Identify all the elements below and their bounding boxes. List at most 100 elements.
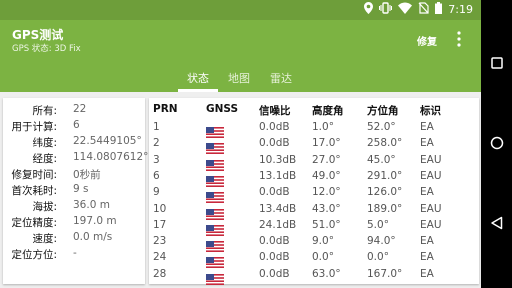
flags-cell: EA bbox=[420, 235, 434, 248]
snr-cell: 10.3dB bbox=[259, 153, 297, 166]
elevation-cell: 63.0° bbox=[312, 267, 341, 280]
more-vert-icon[interactable] bbox=[454, 30, 464, 48]
us-flag-icon bbox=[206, 139, 224, 155]
status-row: 定位精度: 197.0 m bbox=[3, 215, 145, 229]
elevation-cell: 51.0° bbox=[312, 218, 341, 231]
prn-cell: 3 bbox=[153, 153, 160, 166]
status-value: 22.5449105° bbox=[73, 135, 142, 147]
status-row: 速度: 0.0 m/s bbox=[3, 231, 145, 245]
snr-cell: 0.0dB bbox=[259, 121, 290, 133]
table-row: 9 0.0dB 12.0° 126.0° EA bbox=[149, 185, 479, 204]
snr-cell: 0.0dB bbox=[259, 186, 290, 199]
snr-cell: 0.0dB bbox=[259, 137, 290, 150]
elevation-cell: 27.0° bbox=[312, 153, 341, 166]
wifi-icon bbox=[398, 2, 413, 17]
status-value: 0秒前 bbox=[73, 169, 101, 181]
col-header-azimuth: 方位角 bbox=[367, 105, 399, 117]
battery-icon bbox=[435, 2, 443, 17]
table-row: 1 0.0dB 1.0° 52.0° EA bbox=[149, 120, 479, 138]
col-header-flags: 标识 bbox=[420, 105, 441, 117]
status-value: - bbox=[73, 247, 77, 259]
tab-status[interactable]: 状态 bbox=[187, 70, 209, 86]
elevation-cell: 1.0° bbox=[312, 121, 334, 133]
gps-status-subtitle: GPS 状态: 3D Fix bbox=[12, 44, 81, 54]
us-flag-icon bbox=[206, 156, 224, 171]
clock: 7:19 bbox=[448, 3, 473, 16]
elevation-cell: 9.0° bbox=[312, 235, 334, 248]
snr-cell: 0.0dB bbox=[259, 267, 290, 280]
col-header-gnss: GNSS bbox=[206, 103, 239, 115]
elevation-cell: 49.0° bbox=[312, 169, 341, 182]
status-value: 114.0807612° bbox=[73, 151, 149, 163]
prn-cell: 10 bbox=[153, 202, 167, 215]
elevation-cell: 17.0° bbox=[312, 137, 341, 150]
status-value: 197.0 m bbox=[73, 215, 117, 227]
no-sim-icon bbox=[418, 2, 429, 17]
app-title: GPS测试 bbox=[12, 28, 64, 42]
azimuth-cell: 52.0° bbox=[367, 121, 396, 133]
nav-bar bbox=[481, 0, 512, 288]
snr-cell: 0.0dB bbox=[259, 251, 290, 264]
snr-cell: 13.1dB bbox=[259, 169, 297, 182]
table-row: 6 13.1dB 49.0° 291.0° EAU bbox=[149, 169, 479, 187]
col-header-prn: PRN bbox=[153, 103, 178, 115]
flags-cell: EAU bbox=[420, 169, 442, 182]
table-row: 28 0.0dB 63.0° 167.0° EA bbox=[149, 267, 479, 285]
col-header-elevation: 高度角 bbox=[312, 105, 344, 117]
status-row: 用于计算: 6 bbox=[3, 119, 145, 133]
status-panel: 所有: 22 用于计算: 6 纬度: 22.5449105° 经度: 114.0… bbox=[3, 98, 149, 284]
status-value: 36.0 m bbox=[73, 199, 110, 211]
table-row: 23 0.0dB 9.0° 94.0° EA bbox=[149, 234, 479, 253]
azimuth-cell: 0.0° bbox=[367, 251, 389, 264]
status-key: 所有: bbox=[32, 105, 57, 117]
nav-home-icon[interactable] bbox=[481, 128, 512, 158]
fix-button[interactable]: 修复 bbox=[417, 33, 437, 48]
location-icon bbox=[364, 2, 374, 17]
nav-back-icon[interactable] bbox=[481, 208, 512, 238]
col-header-snr: 信噪比 bbox=[259, 105, 291, 117]
status-row: 海拔: 36.0 m bbox=[3, 199, 145, 213]
us-flag-icon bbox=[206, 221, 224, 236]
table-row: 3 10.3dB 27.0° 45.0° EAU bbox=[149, 153, 479, 171]
status-row: 首次耗时: 9 s bbox=[3, 183, 145, 197]
status-value: 6 bbox=[73, 119, 80, 131]
vibrate-icon bbox=[379, 2, 393, 17]
snr-cell: 0.0dB bbox=[259, 235, 290, 248]
status-key: 速度: bbox=[32, 233, 57, 245]
flags-cell: EA bbox=[420, 121, 434, 133]
tab-radar[interactable]: 雷达 bbox=[270, 70, 292, 86]
us-flag-icon bbox=[206, 205, 224, 220]
azimuth-cell: 126.0° bbox=[367, 186, 403, 199]
azimuth-cell: 258.0° bbox=[367, 137, 403, 150]
prn-cell: 17 bbox=[153, 218, 167, 231]
status-key: 修复时间: bbox=[11, 169, 57, 181]
flags-cell: EA bbox=[420, 137, 434, 150]
flags-cell: EAU bbox=[420, 202, 442, 215]
tab-indicator bbox=[178, 89, 218, 92]
us-flag-icon bbox=[206, 172, 224, 187]
us-flag-icon bbox=[206, 123, 224, 138]
status-value: 0.0 m/s bbox=[73, 231, 113, 243]
elevation-cell: 12.0° bbox=[312, 186, 341, 199]
elevation-cell: 43.0° bbox=[312, 202, 341, 215]
azimuth-cell: 189.0° bbox=[367, 202, 403, 215]
app-window: 7:19 GPS测试 GPS 状态: 3D Fix 修复 状态 地图 雷达 所有… bbox=[0, 0, 481, 288]
azimuth-cell: 167.0° bbox=[367, 267, 403, 280]
us-flag-icon bbox=[206, 253, 224, 269]
nav-recents-icon[interactable] bbox=[481, 48, 512, 78]
azimuth-cell: 94.0° bbox=[367, 235, 396, 248]
status-key: 经度: bbox=[32, 153, 57, 165]
prn-cell: 23 bbox=[153, 235, 167, 248]
table-row: 17 24.1dB 51.0° 5.0° EAU bbox=[149, 218, 479, 236]
status-row: 经度: 114.0807612° bbox=[3, 151, 149, 165]
us-flag-icon bbox=[206, 188, 224, 204]
us-flag-icon bbox=[206, 237, 224, 253]
prn-cell: 1 bbox=[153, 121, 160, 133]
azimuth-cell: 5.0° bbox=[367, 218, 389, 231]
status-key: 首次耗时: bbox=[11, 185, 57, 197]
app-toolbar: GPS测试 GPS 状态: 3D Fix 修复 bbox=[0, 20, 481, 60]
tab-map[interactable]: 地图 bbox=[228, 70, 250, 86]
flags-cell: EA bbox=[420, 267, 434, 280]
table-row: 24 0.0dB 0.0° 0.0° EA bbox=[149, 250, 479, 269]
flags-cell: EAU bbox=[420, 153, 442, 166]
